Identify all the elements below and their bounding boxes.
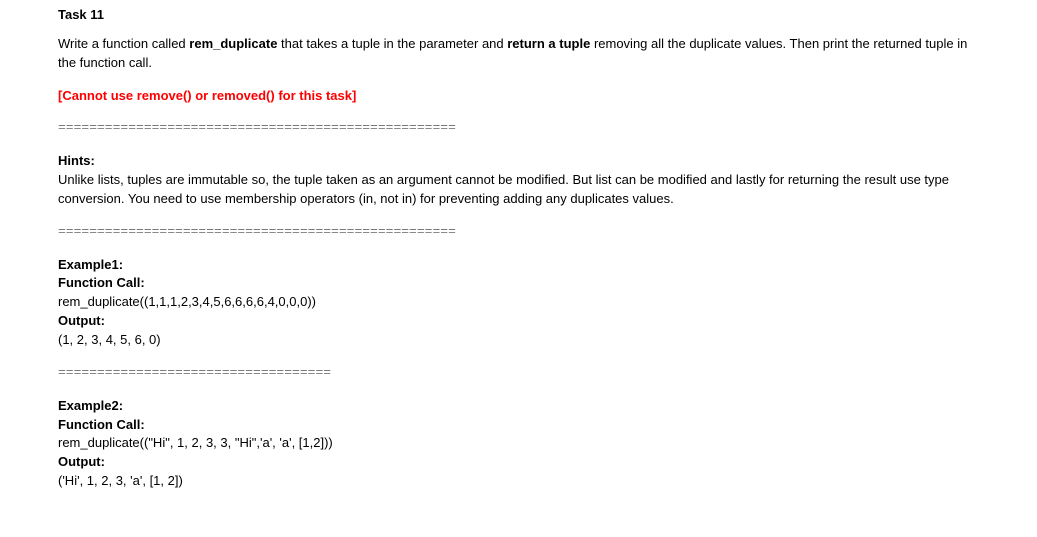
hints-text: Unlike lists, tuples are immutable so, t… xyxy=(58,171,979,209)
return-tuple-bold: return a tuple xyxy=(507,36,590,51)
example2-heading: Example2: xyxy=(58,397,979,416)
example1-output: (1, 2, 3, 4, 5, 6, 0) xyxy=(58,331,979,350)
task-intro: Write a function called rem_duplicate th… xyxy=(58,35,979,73)
intro-mid: that takes a tuple in the parameter and xyxy=(277,36,507,51)
task-title: Task 11 xyxy=(58,6,979,25)
example1-call: rem_duplicate((1,1,1,2,3,4,5,6,6,6,6,4,0… xyxy=(58,293,979,312)
example1-call-label: Function Call: xyxy=(58,274,979,293)
hints-block: Hints: Unlike lists, tuples are immutabl… xyxy=(58,152,979,209)
task-document: Task 11 Write a function called rem_dupl… xyxy=(0,0,1037,537)
example2-output-label: Output: xyxy=(58,453,979,472)
example2-call-label: Function Call: xyxy=(58,416,979,435)
restriction-note: [Cannot use remove() or removed() for th… xyxy=(58,87,979,106)
hints-label: Hints: xyxy=(58,152,979,171)
example2-call: rem_duplicate(("Hi", 1, 2, 3, 3, "Hi",'a… xyxy=(58,434,979,453)
example2-output: ('Hi', 1, 2, 3, 'a', [1, 2]) xyxy=(58,472,979,491)
divider-1: ========================================… xyxy=(58,119,979,138)
intro-prefix: Write a function called xyxy=(58,36,189,51)
example1-heading: Example1: xyxy=(58,256,979,275)
divider-3: =================================== xyxy=(58,364,979,383)
divider-2: ========================================… xyxy=(58,223,979,242)
example1-output-label: Output: xyxy=(58,312,979,331)
example-2: Example2: Function Call: rem_duplicate((… xyxy=(58,397,979,491)
function-name: rem_duplicate xyxy=(189,36,277,51)
example-1: Example1: Function Call: rem_duplicate((… xyxy=(58,256,979,350)
